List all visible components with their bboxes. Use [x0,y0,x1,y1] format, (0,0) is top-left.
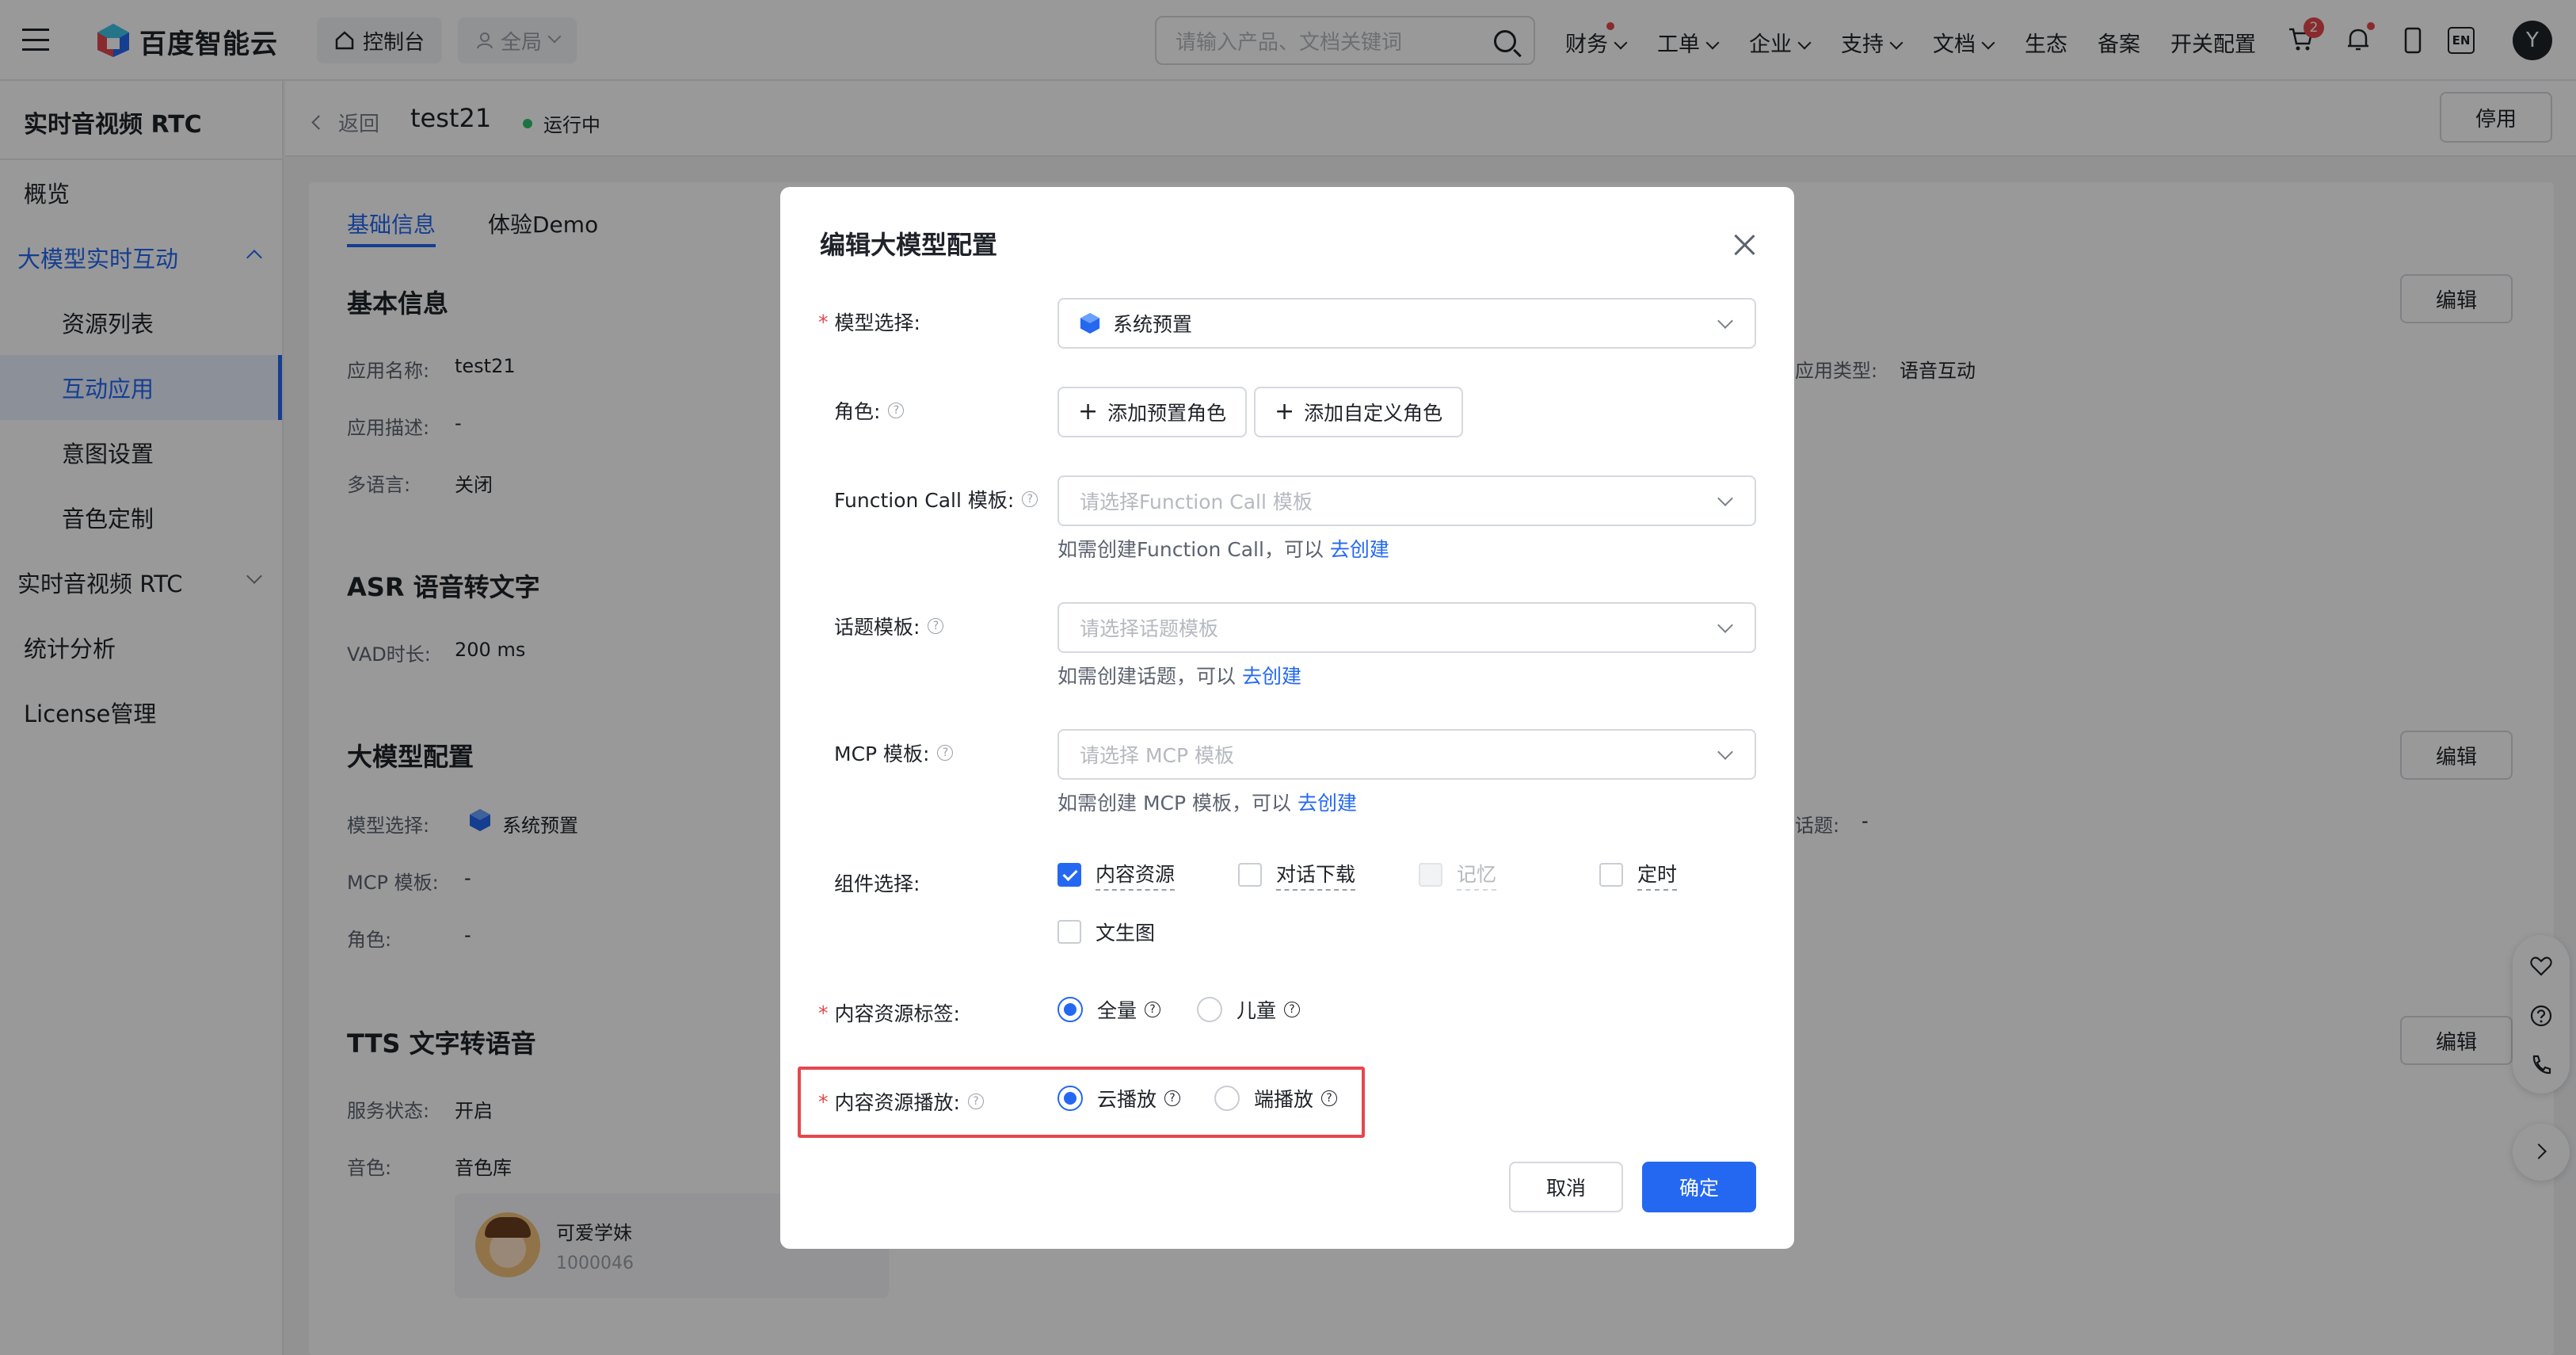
checkbox-box [1599,863,1623,887]
create-function-call-link[interactable]: 去创建 [1330,538,1389,561]
content-tag-label: * 内容资源标签: [818,998,960,1027]
checkbox-box [1419,863,1442,887]
function-call-select[interactable]: 请选择Function Call 模板 [1057,475,1756,526]
help-icon[interactable]: ? [1145,1002,1161,1017]
label-text: Function Call 模板: [834,489,1015,512]
radio-label: 全量 [1097,999,1137,1022]
label-text: MCP 模板: [834,742,930,765]
function-call-label: Function Call 模板:? [834,485,1038,513]
mcp-select[interactable]: 请选择 MCP 模板 [1057,729,1756,780]
label-text: 模型选择: [834,311,920,334]
hint-text: 如需创建Function Call，可以 [1057,538,1324,561]
highlight-annotation-box [798,1067,1365,1138]
dialog-title: 编辑大模型配置 [820,230,998,260]
chevron-down-icon [1717,617,1733,633]
plus-icon: + [1078,398,1099,426]
plus-icon: + [1275,398,1295,426]
role-label: 角色:? [834,396,905,425]
radio-label: 儿童 [1237,999,1277,1022]
chevron-down-icon [1717,313,1733,329]
checkbox-label: 定时 [1637,859,1678,891]
tag-all-radio[interactable]: 全量? [1057,995,1161,1024]
confirm-button[interactable]: 确定 [1642,1162,1756,1212]
chevron-down-icon [1717,490,1733,506]
model-select[interactable]: 系统预置 [1057,298,1756,349]
select-placeholder: 请选择话题模板 [1080,617,1219,640]
checkbox-box [1238,863,1262,887]
component-text-to-image-checkbox[interactable]: 文生图 [1057,918,1155,946]
add-preset-role-button[interactable]: + 添加预置角色 [1057,387,1248,437]
topic-select[interactable]: 请选择话题模板 [1057,602,1756,653]
help-icon[interactable]: ? [888,403,905,418]
help-icon[interactable]: ? [937,745,954,761]
mcp-label: MCP 模板:? [834,739,954,767]
radio-circle [1057,997,1083,1022]
topic-label: 话题模板:? [834,612,944,640]
checkbox-label: 内容资源 [1096,859,1176,891]
component-content-resource-checkbox[interactable]: 内容资源 [1057,859,1176,891]
label-text: 角色: [834,400,881,423]
required-mark: * [818,1001,829,1025]
component-dialog-download-checkbox[interactable]: 对话下载 [1238,859,1356,891]
mcp-hint: 如需创建 MCP 模板，可以 去创建 [1057,788,1357,816]
components-label: 组件选择: [834,872,920,895]
add-custom-role-button[interactable]: + 添加自定义角色 [1254,387,1464,437]
cube-icon [1080,313,1100,334]
function-call-hint: 如需创建Function Call，可以 去创建 [1057,534,1389,563]
help-icon[interactable]: ? [1284,1002,1301,1017]
checkbox-label: 对话下载 [1276,859,1356,891]
select-value: 系统预置 [1113,313,1193,336]
close-icon[interactable] [1732,233,1756,257]
select-placeholder: 请选择Function Call 模板 [1080,490,1313,513]
topic-hint: 如需创建话题，可以 去创建 [1057,661,1301,689]
create-topic-link[interactable]: 去创建 [1242,665,1301,688]
help-icon[interactable]: ? [928,618,944,634]
help-icon[interactable]: ? [1022,491,1038,507]
checkbox-label: 记忆 [1457,859,1497,891]
checkbox-box [1057,863,1081,887]
hint-text: 如需创建话题，可以 [1057,665,1237,688]
checkbox-label: 文生图 [1096,922,1156,945]
component-timer-checkbox[interactable]: 定时 [1599,859,1678,891]
tag-children-radio[interactable]: 儿童? [1197,995,1301,1024]
checkbox-box [1057,920,1081,944]
component-memory-checkbox: 记忆 [1419,859,1497,891]
chevron-down-icon [1717,744,1733,760]
cancel-button[interactable]: 取消 [1509,1162,1623,1212]
label-text: 话题模板: [834,616,920,639]
hint-text: 如需创建 MCP 模板，可以 [1057,792,1291,815]
label-text: 内容资源标签: [834,1002,960,1025]
radio-circle [1197,997,1222,1022]
select-placeholder: 请选择 MCP 模板 [1080,744,1234,767]
required-mark: * [818,310,829,334]
button-label: 添加自定义角色 [1304,402,1443,425]
button-label: 添加预置角色 [1107,402,1227,425]
create-mcp-link[interactable]: 去创建 [1298,792,1357,815]
model-label: * 模型选择: [818,307,920,336]
